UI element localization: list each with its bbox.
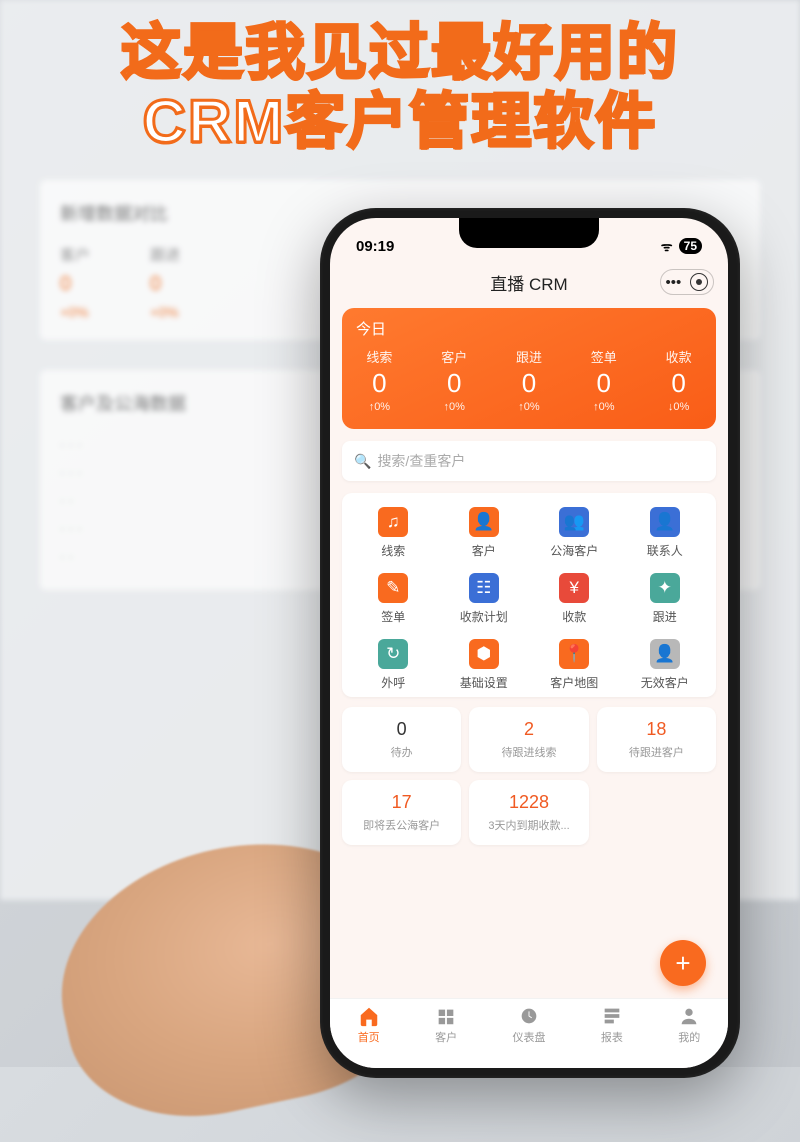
title-bar: 直播 CRM ••• bbox=[330, 264, 728, 300]
search-placeholder: 搜索/查重客户 bbox=[377, 451, 465, 471]
grid-item-7[interactable]: ✦ 跟进 bbox=[620, 573, 711, 625]
tab-bar: 首页 客户 仪表盘 报表 我的 bbox=[330, 998, 728, 1068]
tab-icon-2 bbox=[518, 1005, 540, 1027]
tab-icon-1 bbox=[435, 1005, 457, 1027]
today-stats-panel: 今日 线索 0 ↑0% 客户 0 ↑0% 跟进 0 ↑0% 签单 0 ↑0% 收… bbox=[342, 308, 716, 429]
grid-item-6[interactable]: ¥ 收款 bbox=[529, 573, 620, 625]
grid-item-2[interactable]: 👥 公海客户 bbox=[529, 507, 620, 559]
more-icon: ••• bbox=[666, 274, 682, 291]
status-time: 09:19 bbox=[356, 238, 394, 255]
tab-我的[interactable]: 我的 bbox=[678, 1005, 700, 1068]
phone-notch bbox=[459, 218, 599, 248]
tab-客户[interactable]: 客户 bbox=[435, 1005, 457, 1068]
add-fab[interactable]: + bbox=[660, 940, 706, 986]
收款-icon: ¥ bbox=[559, 573, 589, 603]
签单-icon: ✎ bbox=[378, 573, 408, 603]
tab-icon-3 bbox=[601, 1005, 623, 1027]
search-icon: 🔍 bbox=[354, 453, 371, 470]
跟进-icon: ✦ bbox=[650, 573, 680, 603]
stat-3[interactable]: 签单 0 ↑0% bbox=[591, 347, 617, 413]
summary-card-2[interactable]: 18 待跟进客户 bbox=[597, 707, 716, 772]
外呼-icon: ↻ bbox=[378, 639, 408, 669]
summary-card-0[interactable]: 0 待办 bbox=[342, 707, 461, 772]
无效客户-icon: 👤 bbox=[650, 639, 680, 669]
stat-1[interactable]: 客户 0 ↑0% bbox=[441, 347, 467, 413]
grid-item-10[interactable]: 📍 客户地图 bbox=[529, 639, 620, 691]
客户地图-icon: 📍 bbox=[559, 639, 589, 669]
feature-grid: ♫ 线索 👤 客户 👥 公海客户 👤 联系人 ✎ 签单 ☷ 收款计划 ¥ 收款 … bbox=[342, 493, 716, 697]
summary-card-1[interactable]: 2 待跟进线索 bbox=[469, 707, 588, 772]
summary-cards-row1: 0 待办 2 待跟进线索 18 待跟进客户 bbox=[342, 707, 716, 772]
summary-card-3[interactable]: 17 即将丢公海客户 bbox=[342, 780, 461, 845]
stat-0[interactable]: 线索 0 ↑0% bbox=[366, 347, 392, 413]
summary-card-4[interactable]: 1228 3天内到期收款... bbox=[469, 780, 588, 845]
stat-2[interactable]: 跟进 0 ↑0% bbox=[516, 347, 542, 413]
summary-cards-row2: 17 即将丢公海客户 1228 3天内到期收款... bbox=[342, 780, 716, 845]
miniprogram-menu[interactable]: ••• bbox=[660, 269, 714, 295]
grid-item-9[interactable]: ⬢ 基础设置 bbox=[439, 639, 530, 691]
收款计划-icon: ☷ bbox=[469, 573, 499, 603]
close-target-icon bbox=[690, 273, 708, 291]
stat-4[interactable]: 收款 0 ↓0% bbox=[666, 347, 692, 413]
period-selector[interactable]: 今日 bbox=[342, 308, 716, 345]
wifi-icon: ᯤ bbox=[661, 237, 673, 255]
battery-indicator: 75 bbox=[679, 238, 702, 254]
grid-item-1[interactable]: 👤 客户 bbox=[439, 507, 530, 559]
grid-item-3[interactable]: 👤 联系人 bbox=[620, 507, 711, 559]
phone-screen: 09:19 ᯤ 75 直播 CRM ••• 今日 线索 0 ↑0% 客户 0 ↑… bbox=[330, 218, 728, 1068]
promo-headline: 这是我见过最好用的 CRM客户管理软件 bbox=[0, 18, 800, 156]
plus-icon: + bbox=[675, 948, 690, 979]
基础设置-icon: ⬢ bbox=[469, 639, 499, 669]
tab-首页[interactable]: 首页 bbox=[358, 1005, 380, 1068]
grid-item-8[interactable]: ↻ 外呼 bbox=[348, 639, 439, 691]
线索-icon: ♫ bbox=[378, 507, 408, 537]
search-input[interactable]: 🔍 搜索/查重客户 bbox=[342, 441, 716, 481]
客户-icon: 👤 bbox=[469, 507, 499, 537]
app-title: 直播 CRM bbox=[490, 270, 567, 295]
联系人-icon: 👤 bbox=[650, 507, 680, 537]
grid-item-4[interactable]: ✎ 签单 bbox=[348, 573, 439, 625]
公海客户-icon: 👥 bbox=[559, 507, 589, 537]
tab-icon-4 bbox=[678, 1005, 700, 1027]
grid-item-11[interactable]: 👤 无效客户 bbox=[620, 639, 711, 691]
tab-仪表盘[interactable]: 仪表盘 bbox=[512, 1005, 545, 1068]
phone-frame: 09:19 ᯤ 75 直播 CRM ••• 今日 线索 0 ↑0% 客户 0 ↑… bbox=[320, 208, 740, 1078]
tab-icon-0 bbox=[358, 1005, 380, 1027]
tab-报表[interactable]: 报表 bbox=[601, 1005, 623, 1068]
grid-item-0[interactable]: ♫ 线索 bbox=[348, 507, 439, 559]
grid-item-5[interactable]: ☷ 收款计划 bbox=[439, 573, 530, 625]
